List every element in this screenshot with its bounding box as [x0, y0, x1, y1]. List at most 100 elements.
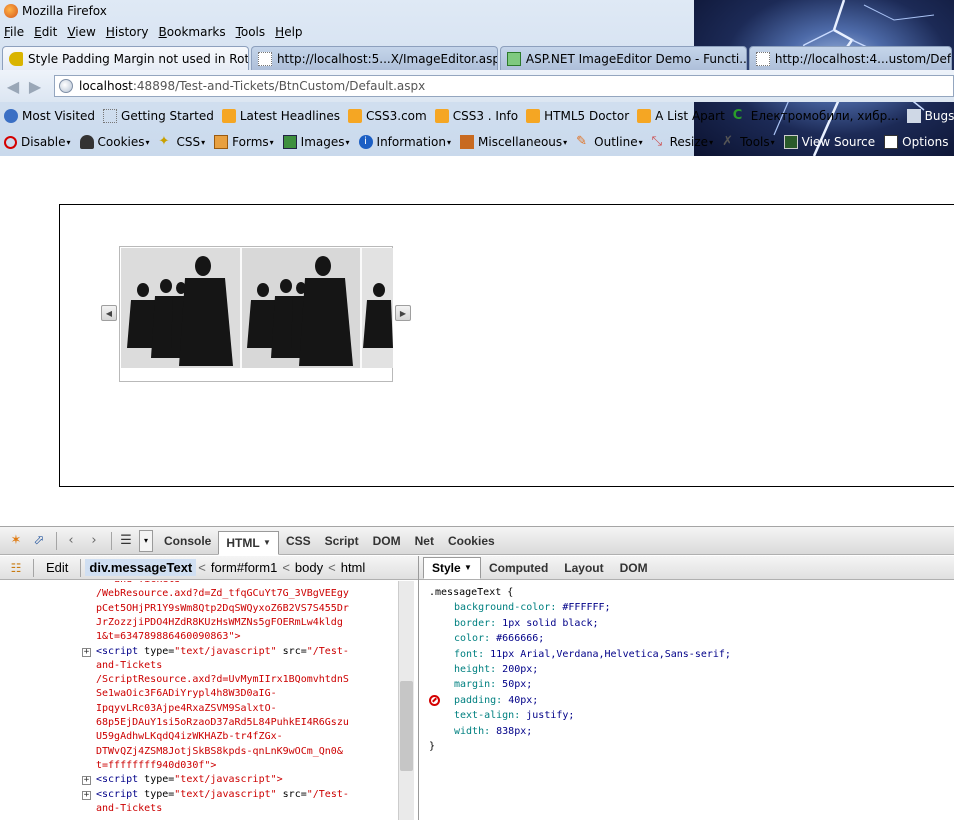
firebug-bug-icon[interactable]: ✶ [6, 531, 26, 551]
forward-arrow-icon[interactable]: › [84, 531, 104, 551]
bookmark-most-visited[interactable]: Most Visited [4, 109, 95, 123]
tab-script[interactable]: Script [318, 530, 366, 552]
expand-node-icon[interactable]: + [82, 790, 91, 800]
dev-forms-menu[interactable]: Forms ▾ [214, 135, 274, 149]
css-property-value: 1px solid black; [496, 617, 599, 629]
dev-cookies-menu[interactable]: Cookies ▾ [79, 135, 150, 149]
html-tree-line[interactable]: DTWvQZj4ZSM8JotjSkBS8kpds-qnLnK9wOCm_Qn0… [96, 745, 343, 759]
rss-icon [434, 109, 449, 123]
html-tree-line[interactable]: pCet5OHjPR1Y9sWm8Qtp2DqSWQyxoZ6B2VS7S455… [96, 602, 349, 616]
html-tree-line[interactable]: t=ffffffff940d030f"> [96, 759, 216, 773]
bookmark-html5-doctor[interactable]: HTML5 Doctor [526, 109, 629, 123]
bookmark-electromobili[interactable]: C Електромобили, хибр... [733, 109, 899, 124]
html-tree-line[interactable]: <script type="text/javascript"> [96, 773, 283, 787]
css-property-line[interactable]: border: 1px solid black; [454, 616, 599, 631]
bookmark-bugs-msie7[interactable]: Bugs in MSIE 7 for W [906, 109, 954, 123]
tab-dom[interactable]: DOM [366, 530, 408, 552]
tab-computed[interactable]: Computed [481, 557, 556, 579]
html-tree-line[interactable]: U59gAdhwLKqdQ4izWKHAZb-tr4fZGx- [96, 730, 283, 744]
html-tree-line[interactable]: JrZozzjiPDO4HZdR8KUzHsWMZNs5gFOERmLw4kld… [96, 616, 343, 630]
browser-tab[interactable]: ASP.NET ImageEditor Demo - Functi... [499, 46, 747, 70]
previous-image-button[interactable]: ◀ [101, 305, 117, 321]
disabled-property-icon[interactable] [429, 694, 440, 706]
tab-style[interactable]: Style ▼ [423, 556, 481, 579]
browser-tab[interactable]: Style Padding Margin not used in Rot... [2, 46, 249, 70]
tab-cookies[interactable]: Cookies [441, 530, 502, 552]
css-property-line[interactable]: padding: 40px; [454, 693, 538, 708]
inspect-icon[interactable]: ⬀ [29, 531, 49, 551]
expand-node-icon[interactable]: + [82, 647, 91, 657]
css-property-line[interactable]: background-color: #FFFFFF; [454, 600, 611, 615]
dev-images-menu[interactable]: Images ▾ [282, 135, 350, 149]
dev-miscellaneous-menu[interactable]: Miscellaneous ▾ [460, 135, 567, 149]
tab-net[interactable]: Net [408, 530, 441, 552]
css-selector[interactable]: .messageText { [429, 585, 513, 600]
tab-dom-side[interactable]: DOM [612, 557, 656, 579]
menu-edit[interactable]: Edit [34, 25, 57, 39]
html-tree-line[interactable]: <script type="text/javascript" src="/Tes… [96, 645, 349, 659]
html-tree-line[interactable]: <script type="text/javascript" src="/Tes… [96, 788, 349, 802]
tab-console[interactable]: Console [157, 530, 218, 552]
html-tree-line[interactable]: IpqyvLRc03Ajpe4RxaZSVM9SalxtO- [96, 702, 277, 716]
next-image-button[interactable]: ▶ [395, 305, 411, 321]
breadcrumb-item[interactable]: body [295, 560, 323, 575]
bookmark-getting-started[interactable]: Getting Started [103, 109, 214, 123]
css-property-line[interactable]: text-align: justify; [454, 708, 574, 723]
back-button[interactable]: ◀ [4, 77, 22, 96]
dev-information-menu[interactable]: i Information ▾ [358, 135, 451, 149]
dev-outline-menu[interactable]: ✎ Outline ▾ [576, 135, 642, 150]
tab-label: ASP.NET ImageEditor Demo - Functi... [525, 51, 747, 66]
breadcrumb-current[interactable]: div.messageText [85, 559, 197, 576]
list-menu-icon[interactable]: ☰ [116, 531, 136, 551]
bookmark-css3-info[interactable]: CSS3 . Info [434, 109, 518, 123]
expand-node-icon[interactable]: + [82, 776, 91, 786]
bookmark-css3-com[interactable]: CSS3.com [348, 109, 427, 123]
html-tree-line[interactable]: Se1waOic3F6ADiYrypl4h8W3D0aIG- [96, 687, 277, 701]
expand-icon[interactable]: ☷ [6, 558, 26, 578]
address-bar[interactable]: localhost:48898/Test-and-Tickets/BtnCust… [54, 75, 954, 97]
bookmark-a-list-apart[interactable]: A List Apart [637, 109, 725, 123]
css-property-line[interactable]: margin: 50px; [454, 677, 532, 692]
browser-tab[interactable]: http://localhost:4...ustom/Default.aspx [748, 46, 952, 70]
dev-options[interactable]: Options [884, 135, 948, 149]
html-tree-scrollbar[interactable] [398, 581, 414, 820]
html-tree-line[interactable]: 1&t=634789886460090863"> [96, 630, 241, 644]
dev-resize-menu[interactable]: ⤡ Resize ▾ [652, 135, 713, 150]
edit-button[interactable]: Edit [46, 560, 68, 575]
dev-view-source[interactable]: View Source [783, 135, 875, 149]
menu-history[interactable]: History [106, 25, 149, 39]
html-tree-line[interactable]: and-Tickets [96, 802, 162, 816]
html-tree: and Tickets/WebResource.axd?d=Zd_tfqGCuY… [0, 581, 414, 820]
breadcrumb-item[interactable]: html [341, 560, 366, 575]
dev-css-menu[interactable]: ✦ CSS ▾ [159, 135, 206, 150]
tab-html[interactable]: HTML ▼ [218, 530, 279, 555]
menu-tools[interactable]: Tools [236, 25, 266, 39]
back-arrow-icon[interactable]: ‹ [61, 531, 81, 551]
css-property-line[interactable]: width: 838px; [454, 724, 532, 739]
tab-css[interactable]: CSS [279, 530, 318, 552]
dev-tools-menu[interactable]: ✗ Tools ▾ [722, 135, 775, 150]
css-property-line[interactable]: height: 200px; [454, 662, 538, 677]
menu-view[interactable]: View [67, 25, 95, 39]
menu-help[interactable]: Help [275, 25, 302, 39]
address-host: localhost [79, 79, 133, 93]
css-property-line[interactable]: color: #666666; [454, 631, 544, 646]
html-tree-line[interactable]: /ScriptResource.axd?d=UvMymIIrx1BQomvhtd… [96, 673, 349, 687]
dev-disable-menu[interactable]: Disable ▾ [4, 135, 71, 149]
forward-button[interactable]: ▶ [26, 77, 44, 96]
browser-tab[interactable]: http://localhost:5...X/ImageEditor.aspx [250, 46, 498, 70]
misc-icon [460, 135, 475, 149]
breadcrumb-item[interactable]: form#form1 [211, 560, 277, 575]
window-title: Mozilla Firefox [22, 4, 107, 18]
html-tree-line[interactable]: /WebResource.axd?d=Zd_tfqGCuYt7G_3VBgVEE… [96, 587, 349, 601]
html-tree-line[interactable]: 68p5EjDAuY1si5oRzaoD37aRd5L84PuhkEI4R6Gs… [96, 716, 349, 730]
menu-file[interactable]: File [4, 25, 24, 39]
panel-menu-dropdown[interactable]: ▾ [139, 529, 153, 552]
menu-bookmarks[interactable]: Bookmarks [159, 25, 226, 39]
tab-layout[interactable]: Layout [556, 557, 611, 579]
scrollbar-thumb[interactable] [400, 681, 413, 771]
css-property-value: 838px; [490, 725, 533, 737]
bookmark-latest-headlines[interactable]: Latest Headlines [221, 109, 340, 123]
css-property-line[interactable]: font: 11px Arial,Verdana,Helvetica,Sans-… [454, 647, 731, 662]
html-tree-line[interactable]: and-Tickets [96, 659, 162, 673]
